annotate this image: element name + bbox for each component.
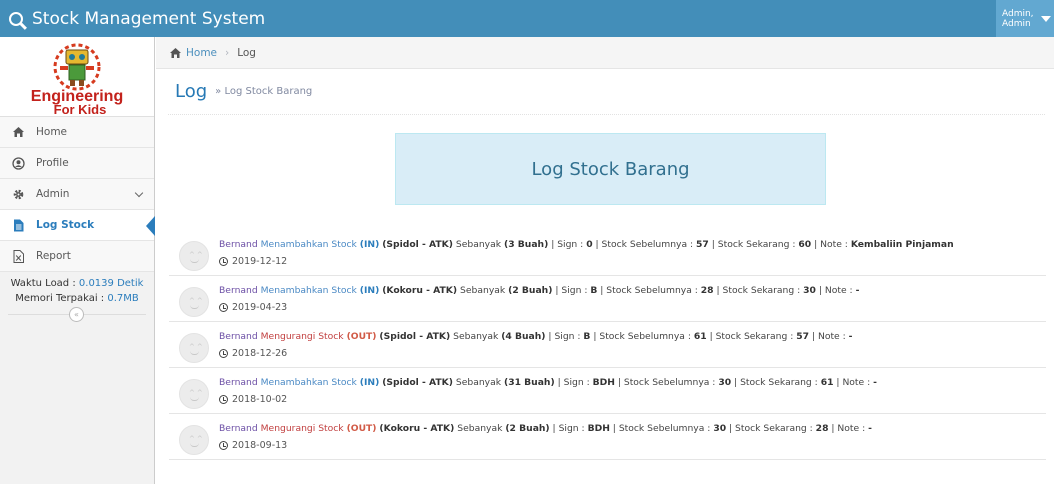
avatar: ^^ — [179, 379, 209, 409]
load-time-label: Waktu Load : — [10, 278, 76, 289]
sidebar-item-label: Profile — [36, 157, 69, 169]
load-info: Waktu Load : 0.0139 Detik Memori Terpaka… — [0, 272, 154, 306]
sidebar-item-label: Admin — [36, 188, 70, 200]
load-time-value: 0.0139 Detik — [78, 278, 144, 289]
memory-value: 0.7MB — [107, 293, 139, 304]
home-icon — [12, 126, 25, 139]
search-icon — [9, 11, 23, 26]
avatar: ^^ — [179, 425, 209, 455]
excel-file-icon — [12, 249, 25, 263]
sidebar-item-label: Log Stock — [36, 219, 95, 231]
log-list: ^^ Bernand Menambahkan Stock (IN) (Spido… — [169, 230, 1046, 460]
log-entry-date: 2018-10-02 — [219, 394, 287, 405]
breadcrumb: Home › Log — [156, 37, 1054, 69]
page-title: Log — [175, 81, 208, 102]
clock-icon — [219, 349, 228, 358]
user-name: Admin, Admin — [1002, 8, 1034, 29]
logo-text-line2: For Kids — [54, 102, 107, 117]
clock-icon — [219, 303, 228, 312]
file-icon — [12, 219, 25, 232]
sidebar-item-home[interactable]: Home — [0, 117, 154, 148]
app-title: Stock Management System — [32, 8, 266, 29]
clock-icon — [219, 257, 228, 266]
sidebar-item-label: Home — [36, 126, 68, 138]
page-header: Log » Log Stock Barang — [168, 69, 1045, 115]
breadcrumb-home-link[interactable]: Home — [169, 47, 217, 59]
log-entry-date: 2019-12-12 — [219, 256, 287, 267]
sidebar-item-profile[interactable]: Profile — [0, 148, 154, 179]
clock-icon — [219, 441, 228, 450]
avatar: ^^ — [179, 241, 209, 271]
list-item: ^^ Bernand Menambahkan Stock (IN) (Spido… — [169, 230, 1046, 276]
avatar: ^^ — [179, 333, 209, 363]
home-icon — [170, 47, 181, 58]
breadcrumb-current: Log — [237, 46, 256, 59]
memory-label: Memori Terpakai : — [15, 293, 105, 304]
log-title-box: Log Stock Barang — [395, 133, 826, 205]
clock-icon — [219, 395, 228, 404]
list-item: ^^ Bernand Menambahkan Stock (IN) (Kokor… — [169, 276, 1046, 322]
log-entry-date: 2019-04-23 — [219, 302, 287, 313]
avatar: ^^ — [179, 287, 209, 317]
sidebar-item-label: Report — [36, 250, 71, 262]
sidebar-item-report[interactable]: Report — [0, 241, 154, 272]
top-navbar: Stock Management System Admin, Admin — [0, 0, 1054, 37]
robot-logo-icon: Engineering For Kids — [31, 43, 123, 117]
user-circle-icon — [12, 156, 25, 170]
log-entry-text: Bernand Mengurangi Stock (OUT) (Kokoru -… — [219, 423, 872, 434]
sidebar-item-admin[interactable]: Admin — [0, 179, 154, 210]
chevron-down-icon — [134, 188, 144, 198]
log-entry-date: 2018-09-13 — [219, 440, 287, 451]
cog-icon — [12, 188, 25, 201]
sidebar-collapse-button[interactable]: « — [69, 307, 84, 322]
logo: Engineering For Kids — [0, 37, 154, 117]
user-menu[interactable]: Admin, Admin — [996, 0, 1054, 37]
caret-down-icon — [1041, 15, 1051, 22]
list-item: ^^ Bernand Mengurangi Stock (OUT) (Kokor… — [169, 414, 1046, 460]
sidebar: Engineering For Kids Home Profile Admin … — [0, 37, 155, 484]
log-entry-text: Bernand Menambahkan Stock (IN) (Spidol -… — [219, 377, 877, 388]
log-entry-text: Bernand Menambahkan Stock (IN) (Spidol -… — [219, 239, 954, 250]
log-entry-text: Bernand Mengurangi Stock (OUT) (Spidol -… — [219, 331, 853, 342]
log-entry-date: 2018-12-26 — [219, 348, 287, 359]
brand-link[interactable]: Stock Management System — [9, 0, 265, 37]
sidebar-item-log-stock[interactable]: Log Stock — [0, 210, 155, 241]
list-item: ^^ Bernand Mengurangi Stock (OUT) (Spido… — [169, 322, 1046, 368]
list-item: ^^ Bernand Menambahkan Stock (IN) (Spido… — [169, 368, 1046, 414]
log-entry-text: Bernand Menambahkan Stock (IN) (Kokoru -… — [219, 285, 860, 296]
page-subtitle: » Log Stock Barang — [215, 86, 313, 97]
breadcrumb-separator: › — [225, 46, 230, 59]
